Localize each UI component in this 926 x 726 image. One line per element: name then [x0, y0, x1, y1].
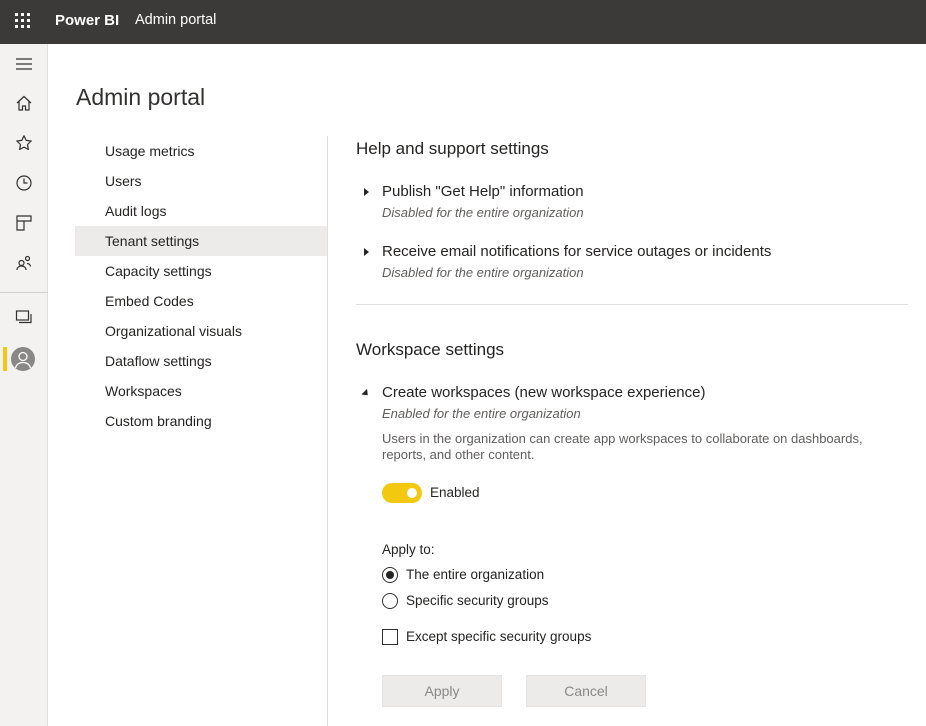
submenu-item-custom-branding[interactable]: Custom branding — [75, 406, 327, 436]
avatar[interactable] — [11, 347, 35, 371]
app-launcher-icon[interactable] — [10, 8, 38, 36]
except-groups-label: Except specific security groups — [406, 629, 592, 644]
shared-icon[interactable] — [12, 251, 36, 275]
toggle-knob — [407, 488, 417, 498]
collapse-caret-icon[interactable] — [361, 388, 371, 399]
page-title: Admin portal — [76, 84, 206, 110]
home-icon[interactable] — [12, 91, 36, 115]
submenu-item-audit-logs[interactable]: Audit logs — [75, 196, 327, 226]
submenu-item-usage-metrics[interactable]: Usage metrics — [75, 136, 327, 166]
apply-to-label: Apply to: — [382, 542, 435, 557]
breadcrumb: Admin portal — [135, 12, 217, 28]
setting-title[interactable]: Publish "Get Help" information — [382, 183, 584, 200]
vertical-divider — [327, 136, 328, 726]
setting-status: Enabled for the entire organization — [382, 406, 581, 421]
apply-button[interactable]: Apply — [382, 675, 502, 707]
nav-divider — [0, 292, 48, 293]
submenu-item-organizational-visuals[interactable]: Organizational visuals — [75, 316, 327, 346]
star-icon[interactable] — [12, 131, 36, 155]
section-divider — [356, 304, 908, 305]
toggle-label: Enabled — [430, 485, 480, 500]
top-bar: Power BI Admin portal — [0, 0, 926, 44]
admin-submenu: Usage metrics Users Audit logs Tenant setti… — [75, 136, 327, 436]
radio-selected-dot — [386, 571, 394, 579]
option-label-entire-organization: The entire organization — [406, 567, 545, 582]
expand-caret-icon[interactable] — [364, 188, 369, 196]
clock-icon[interactable] — [12, 171, 36, 195]
active-indicator — [3, 347, 7, 371]
brand-name[interactable]: Power BI — [55, 12, 119, 29]
workspace-section-heading: Workspace settings — [356, 340, 505, 359]
radio-specific-security-groups[interactable] — [382, 593, 398, 609]
setting-title[interactable]: Create workspaces (new workspace experie… — [382, 384, 705, 401]
setting-status: Disabled for the entire organization — [382, 205, 584, 220]
setting-status: Disabled for the entire organization — [382, 265, 584, 280]
except-groups-checkbox[interactable] — [382, 629, 398, 645]
hamburger-icon[interactable] — [12, 52, 36, 76]
enabled-toggle[interactable] — [382, 483, 422, 503]
submenu-item-dataflow-settings[interactable]: Dataflow settings — [75, 346, 327, 376]
workspaces-icon[interactable] — [12, 305, 36, 329]
cancel-button[interactable]: Cancel — [526, 675, 646, 707]
submenu-item-embed-codes[interactable]: Embed Codes — [75, 286, 327, 316]
expand-caret-icon[interactable] — [364, 248, 369, 256]
submenu-item-workspaces[interactable]: Workspaces — [75, 376, 327, 406]
setting-title[interactable]: Receive email notifications for service … — [382, 243, 771, 260]
option-label-specific-security-groups: Specific security groups — [406, 593, 549, 608]
help-section-heading: Help and support settings — [356, 139, 549, 158]
setting-description: Users in the organization can create app… — [382, 431, 863, 462]
submenu-item-tenant-settings[interactable]: Tenant settings — [75, 226, 327, 256]
left-nav — [0, 44, 48, 726]
apps-icon[interactable] — [12, 211, 36, 235]
submenu-item-users[interactable]: Users — [75, 166, 327, 196]
radio-entire-organization[interactable] — [382, 567, 398, 583]
submenu-item-capacity-settings[interactable]: Capacity settings — [75, 256, 327, 286]
